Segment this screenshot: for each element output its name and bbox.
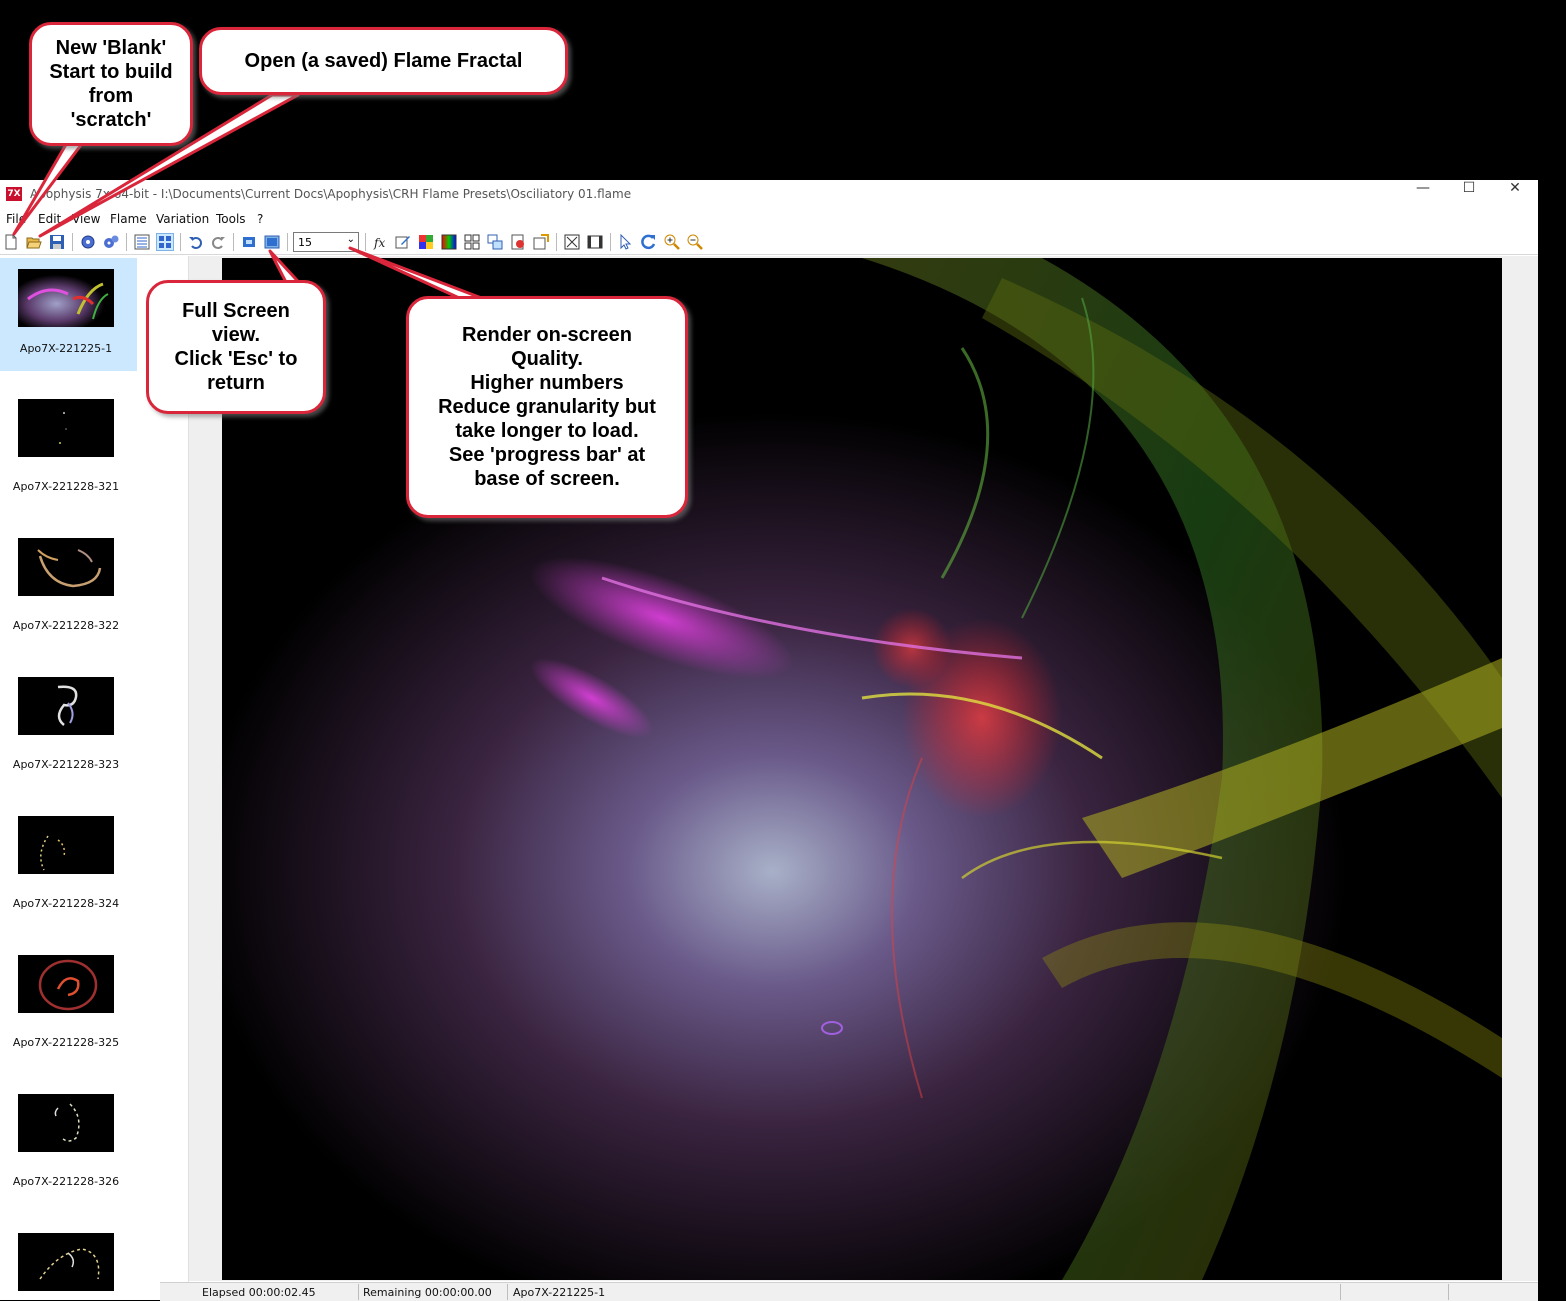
toolbar-separator [556,233,557,251]
toolbar-separator [610,233,611,251]
thumbnail-label: Apo7X-221228-321 [12,480,120,493]
redo-icon[interactable] [210,234,226,250]
film-icon[interactable] [587,234,603,250]
render-icon[interactable] [510,234,526,250]
thumbnail-item[interactable]: Apo7X-221228-324 [0,814,137,927]
options-icon[interactable] [564,234,580,250]
formula-icon[interactable]: fx [372,234,388,250]
zoom-out-icon[interactable] [687,234,703,250]
thumbnail-label: Apo7X-221228-325 [12,1036,120,1049]
toolbar-separator [365,233,366,251]
thumbnail-item[interactable]: Apo7X-221228-321 [0,397,137,510]
gradient-icon[interactable] [441,234,457,250]
status-divider [358,1284,359,1300]
editor-icon[interactable] [395,234,411,250]
minimize-button[interactable]: — [1400,180,1446,208]
rotate-icon[interactable] [641,234,657,250]
menu-file[interactable]: File [6,212,26,226]
save-icon[interactable] [49,234,65,250]
open-icon[interactable] [26,234,42,250]
chevron-down-icon[interactable]: ⌄ [347,234,355,245]
fullscreen-icon[interactable] [241,234,257,250]
thumbnail-image [18,677,114,735]
palette-icon[interactable] [418,234,434,250]
callout-new-blank: New 'Blank' Start to build from 'scratch… [29,22,193,146]
title-bar[interactable]: 7X Apophysis 7x 64-bit - I:\Documents\Cu… [0,180,1538,208]
status-elapsed: Elapsed 00:00:02.45 [202,1286,316,1299]
toolbar-separator [126,233,127,251]
toolbar-separator [233,233,234,251]
thumbnail-image [18,399,114,457]
toolbar: 15 ⌄ fx [0,230,1538,255]
thumbnail-item[interactable]: Apo7X-221228-323 [0,675,137,788]
thumbnail-image [18,538,114,596]
callout-full-screen: Full Screen view. Click 'Esc' to return [146,280,326,414]
menu-tools[interactable]: Tools [216,212,246,226]
thumbnail-item[interactable]: Apo7X-221228-322 [0,536,137,649]
window-title: Apophysis 7x 64-bit - I:\Documents\Curre… [30,187,632,201]
menu-variation[interactable]: Variation [156,212,209,226]
thumbnail-item-selected[interactable]: Apo7X-221225-1 [0,258,137,371]
status-bar: Elapsed 00:00:02.45 Remaining 00:00:00.0… [160,1282,1538,1301]
quality-select[interactable]: 15 ⌄ [293,232,359,252]
gears-icon[interactable] [103,234,119,250]
maximize-button[interactable]: ☐ [1446,180,1492,208]
thumbnail-item[interactable]: Apo7X-221228-325 [0,953,137,1066]
toolbar-separator [180,233,181,251]
menu-view[interactable]: View [72,212,100,226]
menu-bar: File Edit View Flame Variation Tools ? [0,208,1538,230]
thumbnail-image [18,269,114,327]
script-icon[interactable] [533,234,549,250]
mutate-icon[interactable] [464,234,480,250]
zoom-in-icon[interactable] [664,234,680,250]
adjust-icon[interactable] [487,234,503,250]
thumbnail-label: Apo7X-221228-324 [12,897,120,910]
thumbnail-label: Apo7X-221225-1 [19,342,113,355]
list-view-icon[interactable] [134,234,150,250]
callout-render-quality: Render on-screen Quality. Higher numbers… [406,296,688,518]
preview-icon[interactable] [264,234,280,250]
thumbnail-image [18,816,114,874]
callout-open-saved: Open (a saved) Flame Fractal [199,27,568,95]
new-icon[interactable] [3,234,19,250]
menu-edit[interactable]: Edit [38,212,61,226]
thumbnail-image [18,1233,114,1291]
quality-value: 15 [298,236,312,249]
select-icon[interactable] [618,234,634,250]
status-flame-name: Apo7X-221225-1 [513,1286,606,1299]
status-remaining: Remaining 00:00:00.00 [363,1286,492,1299]
thumbnail-image [18,955,114,1013]
thumbnail-label: Apo7X-221228-323 [12,758,120,771]
toolbar-separator [287,233,288,251]
close-button[interactable]: ✕ [1492,180,1538,208]
thumbnail-label: Apo7X-221228-322 [12,619,120,632]
menu-flame[interactable]: Flame [110,212,147,226]
thumbnail-label: Apo7X-221228-326 [12,1175,120,1188]
icon-view-icon[interactable] [156,233,174,251]
svg-text:fx: fx [373,236,385,250]
thumbnail-item[interactable]: Apo7X-221228-326 [0,1092,137,1205]
status-divider [1448,1284,1449,1300]
status-divider [1340,1284,1341,1300]
app-icon[interactable]: 7X [6,187,22,201]
toolbar-separator [72,233,73,251]
menu-help[interactable]: ? [257,212,263,226]
thumbnail-image [18,1094,114,1152]
status-divider [507,1284,508,1300]
thumbnail-item[interactable] [0,1231,137,1300]
undo-icon[interactable] [188,234,204,250]
flame-thumbnail-list[interactable]: Apo7X-221225-1 Apo7X-221228-321 Apo7X-22… [0,256,160,1300]
gear-icon[interactable] [80,234,96,250]
